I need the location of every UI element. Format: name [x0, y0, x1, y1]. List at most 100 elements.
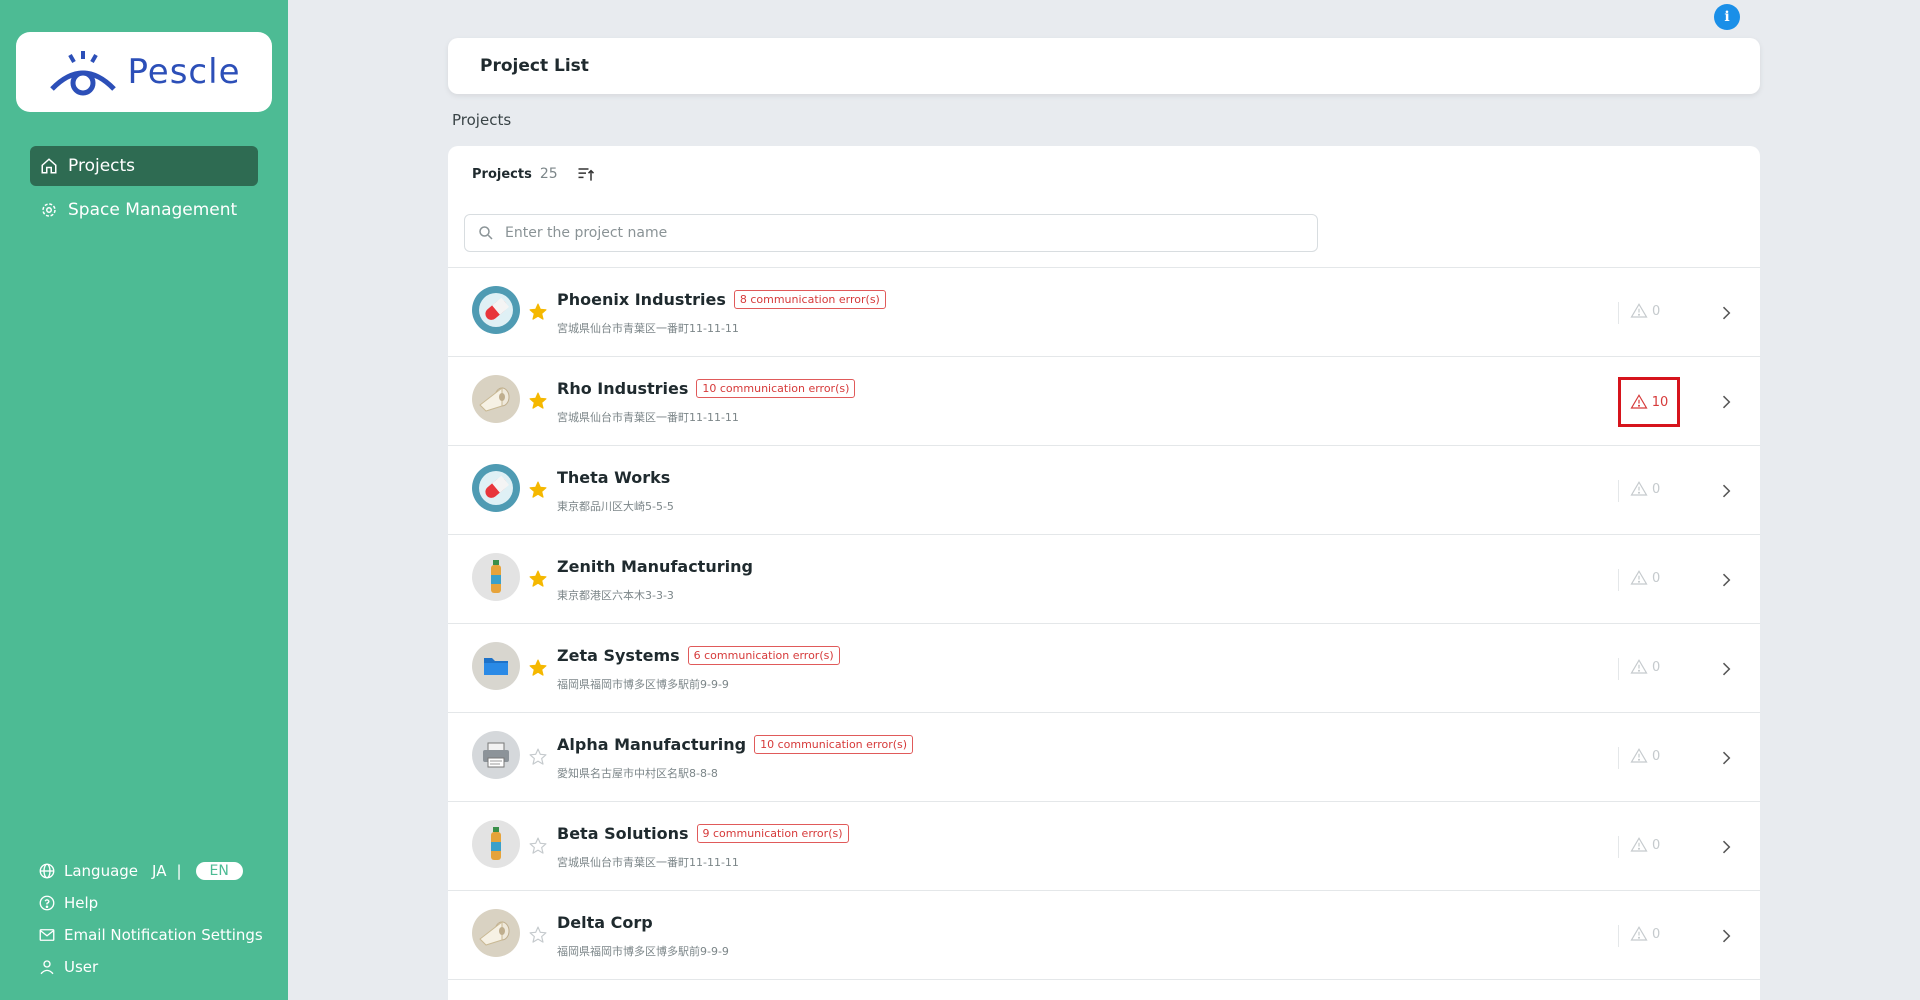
project-title-group: Zenith Manufacturing: [557, 557, 753, 576]
alert-count[interactable]: 0: [1630, 925, 1660, 943]
project-address: 宮城県仙台市青葉区一番町11-11-11: [557, 856, 739, 869]
project-name[interactable]: Delta Corp: [557, 913, 653, 932]
project-address: 福岡県福岡市博多区博多駅前9-9-9: [557, 945, 729, 958]
row-divider: [1618, 569, 1619, 591]
search-bar: [464, 214, 1318, 252]
lang-ja-option[interactable]: JA: [152, 862, 166, 880]
communication-error-badge: 10 communication error(s): [696, 379, 856, 398]
chevron-right-icon[interactable]: [1716, 837, 1736, 857]
favorite-star-icon[interactable]: [528, 925, 548, 945]
project-name[interactable]: Theta Works: [557, 468, 670, 487]
sidebar: Pescle Projects Space Management Languag…: [0, 0, 288, 1000]
project-avatar: [472, 553, 520, 605]
favorite-star-icon[interactable]: [528, 658, 548, 678]
alert-count[interactable]: 0: [1630, 658, 1660, 676]
favorite-star-icon[interactable]: [528, 302, 548, 322]
chevron-right-icon[interactable]: [1716, 392, 1736, 412]
chevron-right-icon[interactable]: [1716, 481, 1736, 501]
home-icon: [41, 158, 57, 174]
row-divider: [1618, 480, 1619, 502]
project-row[interactable]: Zeta Systems 6 communication error(s) 福岡…: [448, 624, 1760, 713]
bottle-icon: [472, 553, 520, 605]
user-link[interactable]: User: [38, 951, 278, 983]
project-address: 福岡県福岡市博多区博多駅前9-9-9: [557, 678, 729, 691]
project-title-group: Delta Corp: [557, 913, 653, 932]
project-row[interactable]: Beta Solutions 9 communication error(s) …: [448, 802, 1760, 891]
row-divider: [1618, 747, 1619, 769]
info-button[interactable]: i: [1714, 4, 1740, 30]
project-avatar: [472, 286, 520, 336]
warning-icon: [1630, 303, 1648, 318]
favorite-star-icon[interactable]: [528, 747, 548, 767]
globe-icon: [39, 863, 55, 879]
project-name[interactable]: Zenith Manufacturing: [557, 557, 753, 576]
favorite-star-icon[interactable]: [528, 569, 548, 589]
sidebar-item-label: Space Management: [68, 200, 238, 220]
user-icon: [40, 960, 54, 975]
project-address: 愛知県名古屋市中村区名駅8-8-8: [557, 767, 718, 780]
lang-en-option[interactable]: EN: [195, 862, 243, 880]
bottle-icon: [472, 820, 520, 872]
warning-icon: [1630, 748, 1648, 763]
list-header: Projects 25: [472, 164, 596, 184]
mail-icon: [39, 929, 55, 941]
project-address: 宮城県仙台市青葉区一番町11-11-11: [557, 411, 739, 424]
sidebar-item-projects[interactable]: Projects: [30, 146, 258, 186]
alert-count[interactable]: 0: [1630, 747, 1660, 765]
alert-count-value: 10: [1651, 394, 1669, 410]
favorite-star-icon[interactable]: [528, 391, 548, 411]
chevron-right-icon[interactable]: [1716, 659, 1736, 679]
chevron-right-icon[interactable]: [1716, 303, 1736, 323]
alert-count-value: 0: [1652, 659, 1661, 675]
help-label: Help: [64, 894, 99, 912]
favorite-star-icon[interactable]: [528, 836, 548, 856]
project-avatar: [472, 464, 520, 514]
sort-icon[interactable]: [576, 164, 596, 184]
email-settings-link[interactable]: Email Notification Settings: [38, 919, 278, 951]
project-name[interactable]: Beta Solutions: [557, 824, 689, 843]
row-divider: [1618, 836, 1619, 858]
project-row[interactable]: Alpha Manufacturing 10 communication err…: [448, 713, 1760, 802]
alert-count[interactable]: 0: [1630, 480, 1660, 498]
warning-icon: [1630, 570, 1648, 585]
chevron-right-icon[interactable]: [1716, 570, 1736, 590]
project-count: 25: [539, 166, 558, 182]
project-name[interactable]: Rho Industries: [557, 379, 688, 398]
project-name[interactable]: Zeta Systems: [557, 646, 680, 665]
search-icon: [479, 226, 493, 240]
alert-count-value: 0: [1652, 481, 1661, 497]
project-name[interactable]: Phoenix Industries: [557, 290, 726, 309]
project-row[interactable]: Delta Corp 福岡県福岡市博多区博多駅前9-9-9 0: [448, 891, 1760, 980]
help-link[interactable]: Help: [38, 887, 278, 919]
search-input[interactable]: [505, 225, 1285, 241]
chevron-right-icon[interactable]: [1716, 926, 1736, 946]
chevron-right-icon[interactable]: [1716, 748, 1736, 768]
gear-icon: [42, 203, 56, 217]
alert-count-value: 0: [1652, 748, 1661, 764]
row-divider: [1618, 658, 1619, 680]
logo-text: Pescle: [127, 52, 241, 92]
alert-count[interactable]: 0: [1630, 569, 1660, 587]
row-divider: [1618, 302, 1619, 324]
communication-error-badge: 9 communication error(s): [696, 824, 849, 843]
project-row[interactable]: Zenith Manufacturing 東京都港区六本木3-3-3 0: [448, 535, 1760, 624]
favorite-star-icon[interactable]: [528, 480, 548, 500]
sidebar-item-space-management[interactable]: Space Management: [30, 190, 258, 230]
logo[interactable]: Pescle: [16, 32, 272, 112]
list-title: Projects: [472, 166, 532, 182]
alert-count[interactable]: 10: [1618, 377, 1680, 427]
alert-count[interactable]: 0: [1630, 836, 1660, 854]
paper-roll-icon: [472, 375, 520, 427]
warning-icon: [1630, 394, 1648, 409]
project-row[interactable]: Phoenix Industries 8 communication error…: [448, 268, 1760, 357]
project-row[interactable]: Rho Industries 10 communication error(s)…: [448, 357, 1760, 446]
project-name[interactable]: Alpha Manufacturing: [557, 735, 746, 754]
alert-count-value: 0: [1652, 303, 1661, 319]
project-row[interactable]: Theta Works 東京都品川区大崎5-5-5 0: [448, 446, 1760, 535]
project-address: 東京都港区六本木3-3-3: [557, 589, 674, 602]
alert-count[interactable]: 0: [1630, 302, 1660, 320]
project-list-card: Projects 25 Phoenix Industries 8 communi…: [448, 146, 1760, 1000]
language-label: Language: [64, 862, 139, 880]
project-address: 東京都品川区大崎5-5-5: [557, 500, 674, 513]
project-list: Phoenix Industries 8 communication error…: [448, 267, 1760, 980]
